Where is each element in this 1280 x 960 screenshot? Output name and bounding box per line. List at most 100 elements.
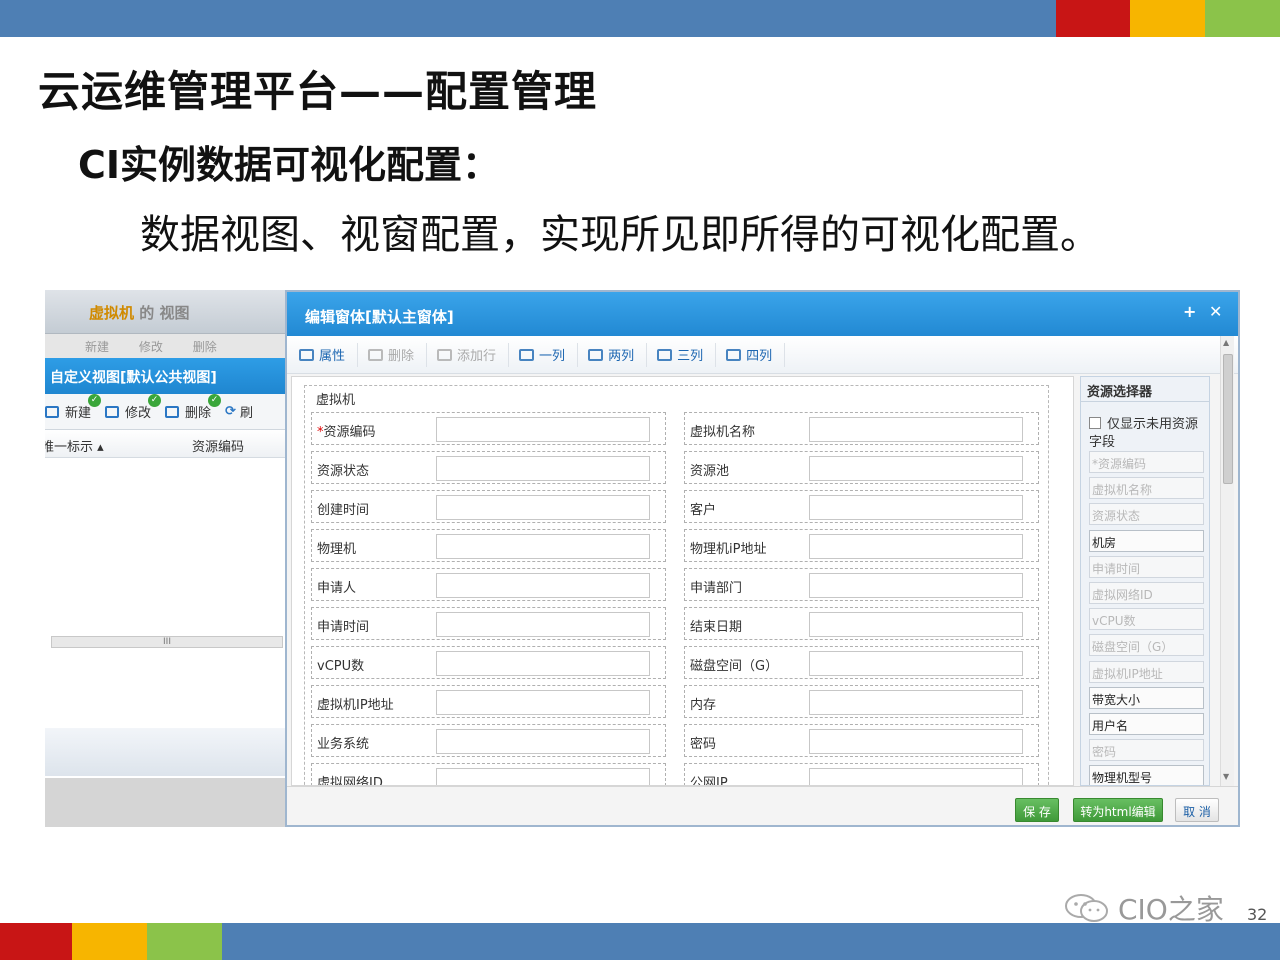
resource-field-item[interactable]: 虚拟机IP地址 [1089,660,1204,683]
convert-html-button[interactable]: 转为html编辑 [1073,798,1163,822]
horizontal-scrollbar[interactable]: III [51,636,283,648]
field-input[interactable] [436,612,650,637]
field-label: vCPU数 [317,655,364,674]
view-grid-body [45,458,285,626]
form-field[interactable]: 虚拟机名称 [684,412,1039,445]
view-new-label: 新建 [65,406,92,421]
form-field[interactable]: 业务系统 [311,724,666,757]
field-input[interactable] [809,768,1023,785]
view-new-button[interactable]: 新建 ✓ [45,394,102,421]
form-field[interactable]: 内存 [684,685,1039,718]
check-icon: ✓ [148,394,162,407]
add-row-button[interactable]: 添加行 [437,342,510,367]
form-field[interactable]: 虚拟机IP地址 [311,685,666,718]
resource-field-item[interactable]: 机房 [1089,529,1204,552]
resource-field-item[interactable]: 带宽大小 [1089,686,1204,709]
resource-field-item[interactable]: 磁盘空间（G） [1089,634,1204,657]
save-button[interactable]: 保 存 [1015,798,1059,822]
field-input[interactable] [809,417,1023,442]
show-unused-checkbox[interactable]: 仅显示未用资源 [1089,413,1198,432]
field-input[interactable] [436,690,650,715]
vertical-scrollbar[interactable]: ▲ ▼ [1220,336,1234,786]
wechat-icon [1065,894,1108,922]
cancel-button[interactable]: 取 消 [1175,798,1219,822]
field-input[interactable] [436,729,650,754]
resource-field-item[interactable]: 资源状态 [1089,503,1204,526]
form-field[interactable]: 磁盘空间（G） [684,646,1039,679]
field-input[interactable] [436,573,650,598]
delete-button[interactable]: 删除 [368,342,428,367]
field-input[interactable] [436,768,650,785]
form-field[interactable]: 创建时间 [311,490,666,523]
bottom-band-blue [222,923,1280,960]
form-field[interactable]: vCPU数 [311,646,666,679]
field-input[interactable] [809,456,1023,481]
field-input[interactable] [809,690,1023,715]
form-field[interactable]: 结束日期 [684,607,1039,640]
divider [1081,401,1209,402]
resource-field-item[interactable]: 物理机型号 [1089,765,1204,785]
view-refresh-button[interactable]: ⟳ 刷 [225,402,253,421]
property-button[interactable]: 属性 [299,342,359,367]
three-column-button[interactable]: 三列 [657,342,717,367]
field-input[interactable] [809,534,1023,559]
one-column-button[interactable]: 一列 [519,342,579,367]
column-header-unique-id[interactable]: 唯一标示 ▴ [45,436,104,455]
form-field[interactable]: 申请部门 [684,568,1039,601]
page-number: 32 [1247,905,1268,924]
view-edit-button[interactable]: 修改 ✓ [105,394,162,421]
field-label: 物理机 [317,538,356,557]
four-column-button[interactable]: 四列 [726,342,786,367]
field-input[interactable] [436,417,650,442]
scroll-down-icon[interactable]: ▼ [1223,772,1229,781]
resource-field-item[interactable]: 虚拟网络ID [1089,582,1204,604]
field-input[interactable] [436,495,650,520]
resource-field-item[interactable]: 密码 [1089,739,1204,762]
close-icon[interactable]: ✕ [1209,302,1222,321]
bg-new-button[interactable]: 新建 [85,340,109,354]
field-input[interactable] [809,495,1023,520]
form-field[interactable]: 密码 [684,724,1039,757]
form-field[interactable]: *资源编码 [311,412,666,445]
bg-delete-button[interactable]: 删除 [193,340,217,354]
form-field[interactable]: 申请时间 [311,607,666,640]
three-column-icon [657,348,673,361]
bg-app-header: 虚拟机 的 视图 [45,290,285,334]
field-input[interactable] [436,534,650,559]
form-field[interactable]: 资源池 [684,451,1039,484]
field-input[interactable] [809,573,1023,598]
dialog-titlebar: 编辑窗体[默认主窗体] + ✕ [287,292,1238,336]
form-field[interactable]: 物理机 [311,529,666,562]
resource-field-item[interactable]: 申请时间 [1089,555,1204,578]
custom-view-panel: 自定义视图[默认公共视图] 新建 ✓ 修改 ✓ 删除 ✓ ⟳ 刷 唯一标示 ▴ … [45,358,285,818]
bg-edit-button[interactable]: 修改 [139,340,163,354]
maximize-icon[interactable]: + [1183,302,1196,321]
form-field[interactable]: 物理机iP地址 [684,529,1039,562]
view-grid-header: 唯一标示 ▴ 资源编码 [45,430,285,458]
scroll-up-icon[interactable]: ▲ [1223,338,1229,347]
field-label: 业务系统 [317,733,369,752]
field-label-text: 申请时间 [317,620,370,635]
view-delete-button[interactable]: 删除 ✓ [165,394,222,421]
resource-field-item[interactable]: 用户名 [1089,713,1204,735]
logo-text: CIO之家 [1118,893,1224,926]
scroll-thumb[interactable] [1223,354,1233,484]
form-field[interactable]: 资源状态 [311,451,666,484]
field-input[interactable] [436,456,650,481]
field-input[interactable] [436,651,650,676]
form-field[interactable]: 客户 [684,490,1039,523]
field-input[interactable] [809,612,1023,637]
field-label: 资源状态 [317,460,369,479]
resource-field-item[interactable]: *资源编码 [1089,451,1204,473]
form-designer-area: 虚拟机 *资源编码 虚拟机名称 资源状态 资源池 创建时间 客户 物理机 物理机iP地址 申请人… [291,376,1074,786]
resource-field-item[interactable]: vCPU数 [1089,608,1204,631]
form-field[interactable]: 公网IP [684,763,1039,785]
field-input[interactable] [809,651,1023,676]
resource-field-item[interactable]: 虚拟机名称 [1089,477,1204,500]
form-field[interactable]: 申请人 [311,568,666,601]
field-input[interactable] [809,729,1023,754]
column-header-resource-code[interactable]: 资源编码 [192,436,244,455]
checkbox-icon[interactable] [1089,416,1101,429]
two-column-button[interactable]: 两列 [588,342,648,367]
form-field[interactable]: 虚拟网络ID [311,763,666,785]
